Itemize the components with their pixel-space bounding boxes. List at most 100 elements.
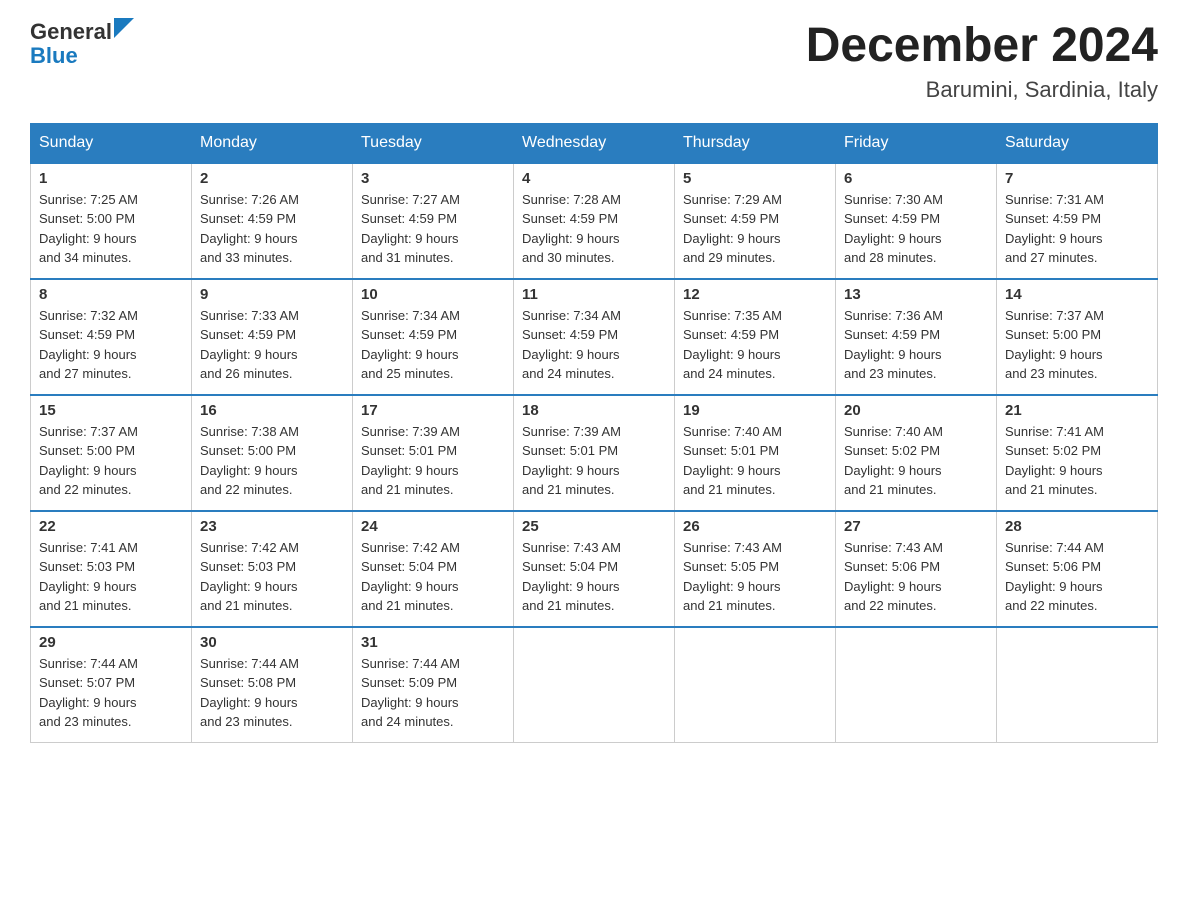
- column-header-sunday: Sunday: [31, 123, 192, 163]
- day-info: Sunrise: 7:44 AMSunset: 5:07 PMDaylight:…: [39, 654, 183, 732]
- day-number: 18: [522, 402, 666, 419]
- day-number: 5: [683, 170, 827, 187]
- day-info: Sunrise: 7:40 AMSunset: 5:02 PMDaylight:…: [844, 422, 988, 500]
- day-number: 29: [39, 634, 183, 651]
- day-info: Sunrise: 7:42 AMSunset: 5:03 PMDaylight:…: [200, 538, 344, 616]
- calendar-day-cell: 23 Sunrise: 7:42 AMSunset: 5:03 PMDayligh…: [192, 511, 353, 627]
- calendar-day-cell: 14 Sunrise: 7:37 AMSunset: 5:00 PMDayligh…: [997, 279, 1158, 395]
- calendar-day-cell: 19Sunrise: 7:40 AMSunset: 5:01 PMDayligh…: [675, 395, 836, 511]
- day-info: Sunrise: 7:37 AMSunset: 5:00 PMDaylight:…: [1005, 306, 1149, 384]
- column-header-saturday: Saturday: [997, 123, 1158, 163]
- day-number: 15: [39, 402, 183, 419]
- day-number: 10: [361, 286, 505, 303]
- empty-cell: [836, 627, 997, 743]
- calendar-day-cell: 10 Sunrise: 7:34 AMSunset: 4:59 PMDayligh…: [353, 279, 514, 395]
- day-number: 9: [200, 286, 344, 303]
- calendar-day-cell: 5 Sunrise: 7:29 AMSunset: 4:59 PMDaylight…: [675, 163, 836, 279]
- day-number: 11: [522, 286, 666, 303]
- column-header-thursday: Thursday: [675, 123, 836, 163]
- day-info: Sunrise: 7:44 AMSunset: 5:09 PMDaylight:…: [361, 654, 505, 732]
- calendar-day-cell: 18 Sunrise: 7:39 AMSunset: 5:01 PMDayligh…: [514, 395, 675, 511]
- page-header: General Blue December 2024 Barumini, Sar…: [30, 20, 1158, 103]
- calendar-week-row: 22Sunrise: 7:41 AMSunset: 5:03 PMDayligh…: [31, 511, 1158, 627]
- day-info: Sunrise: 7:39 AMSunset: 5:01 PMDaylight:…: [522, 422, 666, 500]
- day-info: Sunrise: 7:34 AMSunset: 4:59 PMDaylight:…: [522, 306, 666, 384]
- day-number: 8: [39, 286, 183, 303]
- calendar-day-cell: 27Sunrise: 7:43 AMSunset: 5:06 PMDayligh…: [836, 511, 997, 627]
- column-header-friday: Friday: [836, 123, 997, 163]
- calendar-day-cell: 7 Sunrise: 7:31 AMSunset: 4:59 PMDaylight…: [997, 163, 1158, 279]
- column-header-monday: Monday: [192, 123, 353, 163]
- calendar-day-cell: 28 Sunrise: 7:44 AMSunset: 5:06 PMDayligh…: [997, 511, 1158, 627]
- empty-cell: [514, 627, 675, 743]
- calendar-day-cell: 26 Sunrise: 7:43 AMSunset: 5:05 PMDayligh…: [675, 511, 836, 627]
- day-info: Sunrise: 7:36 AMSunset: 4:59 PMDaylight:…: [844, 306, 988, 384]
- day-info: Sunrise: 7:27 AMSunset: 4:59 PMDaylight:…: [361, 190, 505, 268]
- day-number: 31: [361, 634, 505, 651]
- title-block: December 2024 Barumini, Sardinia, Italy: [806, 20, 1158, 103]
- calendar-day-cell: 24Sunrise: 7:42 AMSunset: 5:04 PMDayligh…: [353, 511, 514, 627]
- empty-cell: [675, 627, 836, 743]
- calendar-day-cell: 1 Sunrise: 7:25 AMSunset: 5:00 PMDaylight…: [31, 163, 192, 279]
- day-info: Sunrise: 7:44 AMSunset: 5:08 PMDaylight:…: [200, 654, 344, 732]
- day-number: 17: [361, 402, 505, 419]
- day-number: 3: [361, 170, 505, 187]
- day-info: Sunrise: 7:35 AMSunset: 4:59 PMDaylight:…: [683, 306, 827, 384]
- day-number: 6: [844, 170, 988, 187]
- calendar-header-row: SundayMondayTuesdayWednesdayThursdayFrid…: [31, 123, 1158, 163]
- day-number: 27: [844, 518, 988, 535]
- day-number: 13: [844, 286, 988, 303]
- day-number: 26: [683, 518, 827, 535]
- calendar-day-cell: 13 Sunrise: 7:36 AMSunset: 4:59 PMDayligh…: [836, 279, 997, 395]
- logo-triangle-icon: [114, 18, 134, 38]
- day-info: Sunrise: 7:28 AMSunset: 4:59 PMDaylight:…: [522, 190, 666, 268]
- empty-cell: [997, 627, 1158, 743]
- calendar-week-row: 29 Sunrise: 7:44 AMSunset: 5:07 PMDayligh…: [31, 627, 1158, 743]
- day-info: Sunrise: 7:37 AMSunset: 5:00 PMDaylight:…: [39, 422, 183, 500]
- day-number: 23: [200, 518, 344, 535]
- logo: General Blue: [30, 20, 134, 68]
- calendar-day-cell: 29 Sunrise: 7:44 AMSunset: 5:07 PMDayligh…: [31, 627, 192, 743]
- calendar-week-row: 15 Sunrise: 7:37 AMSunset: 5:00 PMDayligh…: [31, 395, 1158, 511]
- logo-general-text: General: [30, 20, 112, 44]
- day-number: 25: [522, 518, 666, 535]
- day-number: 14: [1005, 286, 1149, 303]
- column-header-tuesday: Tuesday: [353, 123, 514, 163]
- day-info: Sunrise: 7:29 AMSunset: 4:59 PMDaylight:…: [683, 190, 827, 268]
- day-info: Sunrise: 7:41 AMSunset: 5:03 PMDaylight:…: [39, 538, 183, 616]
- logo-blue-text: Blue: [30, 43, 78, 68]
- day-number: 28: [1005, 518, 1149, 535]
- day-number: 1: [39, 170, 183, 187]
- calendar-day-cell: 25 Sunrise: 7:43 AMSunset: 5:04 PMDayligh…: [514, 511, 675, 627]
- calendar-day-cell: 21 Sunrise: 7:41 AMSunset: 5:02 PMDayligh…: [997, 395, 1158, 511]
- calendar-day-cell: 15 Sunrise: 7:37 AMSunset: 5:00 PMDayligh…: [31, 395, 192, 511]
- day-info: Sunrise: 7:25 AMSunset: 5:00 PMDaylight:…: [39, 190, 183, 268]
- day-number: 21: [1005, 402, 1149, 419]
- day-info: Sunrise: 7:40 AMSunset: 5:01 PMDaylight:…: [683, 422, 827, 500]
- calendar-day-cell: 3 Sunrise: 7:27 AMSunset: 4:59 PMDaylight…: [353, 163, 514, 279]
- calendar-day-cell: 31 Sunrise: 7:44 AMSunset: 5:09 PMDayligh…: [353, 627, 514, 743]
- column-header-wednesday: Wednesday: [514, 123, 675, 163]
- calendar-day-cell: 9Sunrise: 7:33 AMSunset: 4:59 PMDaylight…: [192, 279, 353, 395]
- calendar-day-cell: 2Sunrise: 7:26 AMSunset: 4:59 PMDaylight…: [192, 163, 353, 279]
- day-number: 16: [200, 402, 344, 419]
- day-info: Sunrise: 7:31 AMSunset: 4:59 PMDaylight:…: [1005, 190, 1149, 268]
- calendar-week-row: 1 Sunrise: 7:25 AMSunset: 5:00 PMDaylight…: [31, 163, 1158, 279]
- day-info: Sunrise: 7:43 AMSunset: 5:05 PMDaylight:…: [683, 538, 827, 616]
- calendar-day-cell: 22Sunrise: 7:41 AMSunset: 5:03 PMDayligh…: [31, 511, 192, 627]
- day-info: Sunrise: 7:44 AMSunset: 5:06 PMDaylight:…: [1005, 538, 1149, 616]
- calendar-table: SundayMondayTuesdayWednesdayThursdayFrid…: [30, 123, 1158, 743]
- calendar-week-row: 8Sunrise: 7:32 AMSunset: 4:59 PMDaylight…: [31, 279, 1158, 395]
- day-number: 2: [200, 170, 344, 187]
- calendar-day-cell: 17 Sunrise: 7:39 AMSunset: 5:01 PMDayligh…: [353, 395, 514, 511]
- day-info: Sunrise: 7:43 AMSunset: 5:04 PMDaylight:…: [522, 538, 666, 616]
- day-info: Sunrise: 7:39 AMSunset: 5:01 PMDaylight:…: [361, 422, 505, 500]
- calendar-day-cell: 11 Sunrise: 7:34 AMSunset: 4:59 PMDayligh…: [514, 279, 675, 395]
- calendar-day-cell: 30 Sunrise: 7:44 AMSunset: 5:08 PMDayligh…: [192, 627, 353, 743]
- day-number: 7: [1005, 170, 1149, 187]
- day-number: 20: [844, 402, 988, 419]
- day-number: 30: [200, 634, 344, 651]
- day-info: Sunrise: 7:41 AMSunset: 5:02 PMDaylight:…: [1005, 422, 1149, 500]
- calendar-day-cell: 12Sunrise: 7:35 AMSunset: 4:59 PMDayligh…: [675, 279, 836, 395]
- day-info: Sunrise: 7:34 AMSunset: 4:59 PMDaylight:…: [361, 306, 505, 384]
